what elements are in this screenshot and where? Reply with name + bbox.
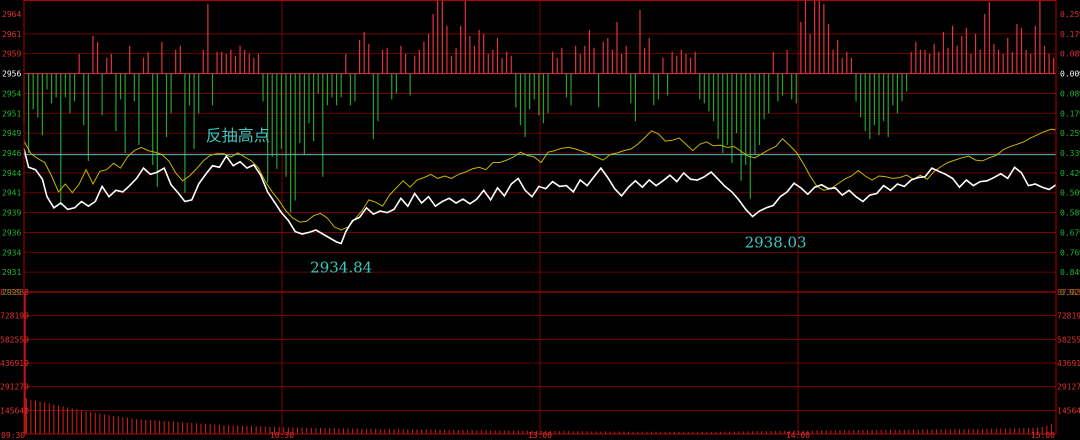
percent-tick-label: 0.76%: [1060, 248, 1080, 257]
volume-tick-label-left: 873838: [0, 288, 29, 297]
price-tick-label: 2961: [2, 30, 21, 39]
price-tick-label: 2959: [2, 50, 21, 59]
price-tick-label: 2934: [2, 248, 21, 257]
time-tick-label: 14:00: [786, 431, 810, 440]
volume-tick-label-right: 582559: [1057, 335, 1080, 344]
volume-tick-label-left: 582559: [0, 335, 29, 344]
volume-tick-label-left: 728199: [0, 312, 29, 321]
volume-tick-label-left: 436919: [0, 359, 29, 368]
volume-tick-label-right: 436919: [1057, 359, 1080, 368]
time-tick-label: 09:30: [1, 431, 25, 440]
percent-tick-label: 0.42%: [1060, 169, 1080, 178]
percent-tick-label: 0.00%: [1060, 70, 1080, 79]
percent-tick-label: 0.25%: [1060, 129, 1080, 138]
volume-tick-label-right: 291279: [1057, 383, 1080, 392]
percent-tick-label: 0.50%: [1060, 189, 1080, 198]
price-tick-label: 2946: [2, 149, 21, 158]
intraday-chart: 2964 2961 2959 2956 2954 2951 2949 2946 2944 2941…: [0, 0, 1080, 440]
volume-tick-label-right: 728199: [1057, 312, 1080, 321]
price-tick-label: 2941: [2, 189, 21, 198]
volume-tick-label-right: 145640: [1057, 406, 1080, 415]
price-tick-label: 2936: [2, 228, 21, 237]
low-price-label: 2934.84: [310, 258, 372, 276]
percent-tick-label: 0.17%: [1060, 109, 1080, 118]
volume-tick-label-right: 873838: [1057, 288, 1080, 297]
price-tick-label: 2944: [2, 169, 21, 178]
price-tick-label: 2931: [2, 268, 21, 277]
percent-tick-label: 0.08%: [1060, 50, 1080, 59]
price-tick-label: 2956: [2, 70, 21, 79]
percent-tick-label: 0.33%: [1060, 149, 1080, 158]
volume-tick-label-left: 145640: [0, 406, 29, 415]
volume-tick-label-left: 291279: [0, 383, 29, 392]
time-tick-label: 10:30: [270, 431, 294, 440]
time-tick-label: 15:00: [1031, 431, 1055, 440]
price-tick-label: 2951: [2, 109, 21, 118]
time-tick-label: 13:00: [528, 431, 552, 440]
percent-tick-label: 0.67%: [1060, 228, 1080, 237]
price-tick-label: 2949: [2, 129, 21, 138]
low-price-label: 2938.03: [745, 234, 807, 252]
price-tick-label: 2954: [2, 89, 21, 98]
price-tick-label: 2964: [2, 10, 21, 19]
percent-tick-label: 0.08%: [1060, 89, 1080, 98]
price-tick-label: 2939: [2, 209, 21, 218]
percent-tick-label: 0.84%: [1060, 268, 1080, 277]
percent-tick-label: 0.17%: [1060, 30, 1080, 39]
percent-tick-label: 0.25%: [1060, 10, 1080, 19]
percent-tick-label: 0.58%: [1060, 209, 1080, 218]
annotation-label: 反抽高点: [206, 126, 270, 145]
